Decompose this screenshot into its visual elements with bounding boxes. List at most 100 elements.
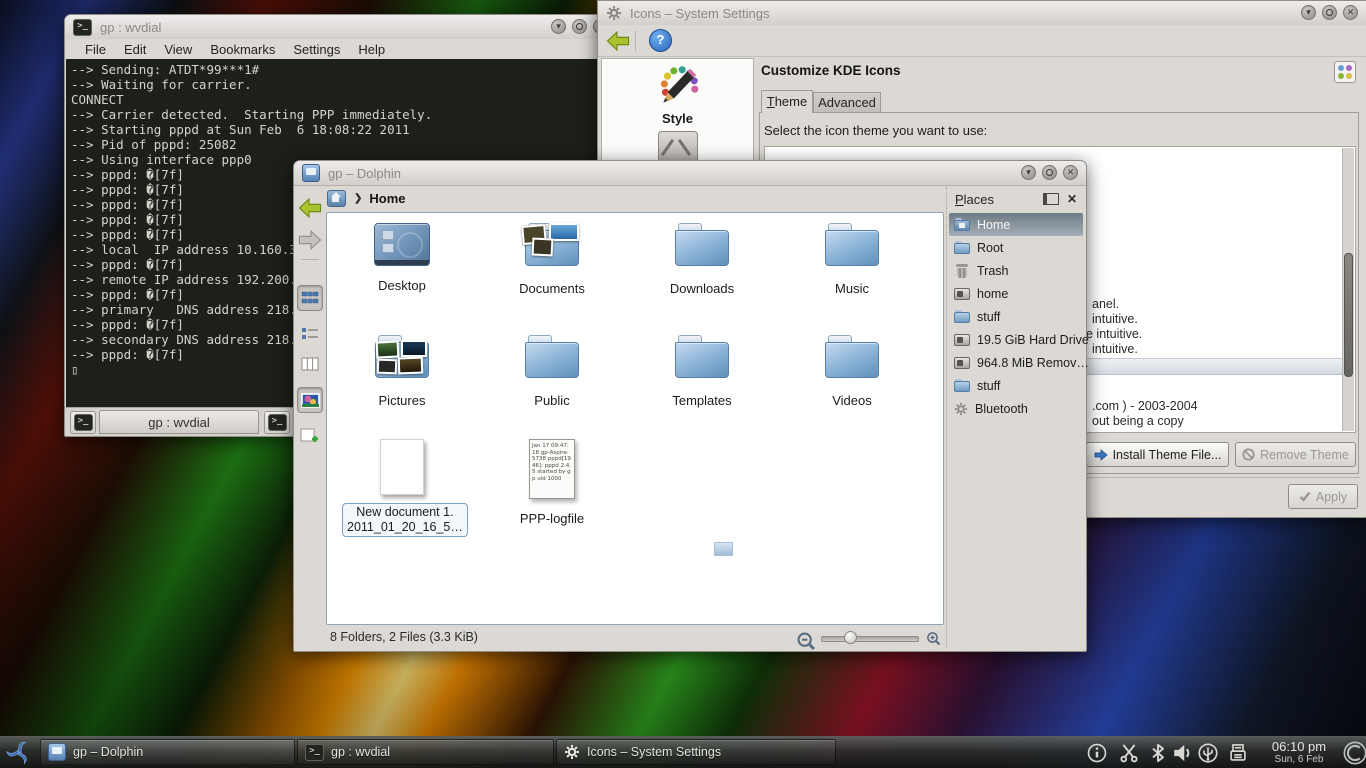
zoom-slider-track[interactable] (821, 636, 919, 642)
klipper-scissors-icon[interactable] (1119, 743, 1139, 763)
dolphin-titlebar[interactable]: gp – Dolphin ▾ ✕ (294, 161, 1086, 186)
zoom-slider-handle[interactable] (844, 631, 857, 644)
place-item-root[interactable]: Root (949, 236, 1083, 259)
sidebar-item-style[interactable]: Style (602, 59, 753, 126)
tab-advanced[interactable]: Advanced (813, 92, 881, 113)
folder-item-pictures[interactable]: Pictures (342, 335, 462, 408)
bluetooth-icon[interactable] (1148, 743, 1168, 763)
printer-icon[interactable] (1228, 743, 1248, 763)
bluetooth-gear-icon (954, 402, 968, 416)
taskbar: gp – Dolphin >_ gp : wvdial Icons – Syst… (0, 736, 1366, 768)
tab-list-button[interactable]: >_ (264, 411, 290, 434)
place-item-hard-drive[interactable]: 19.5 GiB Hard Drive (949, 328, 1083, 351)
style-pencil-icon (655, 63, 701, 109)
task-konsole[interactable]: >_ gp : wvdial (297, 739, 554, 765)
folder-view[interactable]: Desktop Documents Downloads Music (326, 212, 944, 625)
close-button[interactable]: ✕ (1063, 165, 1078, 180)
toolbar-separator (301, 259, 319, 260)
clock[interactable]: 06:10 pm Sun, 6 Feb (1262, 739, 1336, 765)
konsole-tab[interactable]: gp : wvdial (99, 410, 259, 434)
maximize-button[interactable] (1042, 165, 1057, 180)
places-panel: Places ✕ Home Root Trash home (946, 187, 1085, 647)
app-launcher-button[interactable] (3, 737, 35, 768)
menu-edit[interactable]: Edit (116, 41, 154, 58)
theme-description-fragment: .com ) - 2003-2004 (1092, 399, 1198, 413)
menu-settings[interactable]: Settings (285, 41, 348, 58)
folder-icon (675, 335, 729, 381)
menu-help[interactable]: Help (350, 41, 393, 58)
close-button[interactable]: ✕ (1343, 5, 1358, 20)
theme-list-fragment: intuitive. (1092, 312, 1138, 326)
selected-file-label: New document 1. 2011_01_20_16_5… (342, 503, 468, 537)
scrollbar[interactable] (1342, 148, 1354, 431)
place-item-home-partition[interactable]: home (949, 282, 1083, 305)
folder-item-templates[interactable]: Templates (642, 335, 762, 408)
details-view-icon (301, 327, 319, 341)
columns-view-button[interactable] (297, 351, 323, 377)
minimize-button[interactable]: ▾ (551, 19, 566, 34)
konsole-titlebar[interactable]: >_ gp : wvdial ▾ ✕ (65, 15, 616, 40)
maximize-button[interactable] (572, 19, 587, 34)
file-item-new-document[interactable]: New document 1. 2011_01_20_16_5… (342, 439, 462, 537)
folder-item-videos[interactable]: Videos (792, 335, 912, 408)
folder-icon (954, 241, 970, 254)
terminal-icon: >_ (305, 744, 324, 761)
folder-item-documents[interactable]: Documents (492, 223, 612, 296)
folder-icon (825, 223, 879, 269)
minimize-button[interactable]: ▾ (1021, 165, 1036, 180)
minimize-button[interactable]: ▾ (1301, 5, 1316, 20)
place-item-removable[interactable]: 964.8 MiB Remov… (949, 351, 1083, 374)
place-item-home[interactable]: Home (949, 213, 1083, 236)
split-view-button[interactable] (297, 423, 323, 449)
folder-icon (954, 310, 970, 323)
panel-cashew-icon[interactable] (1342, 740, 1366, 766)
install-theme-button[interactable]: Install Theme File... (1086, 442, 1229, 467)
checkmark-icon (1299, 491, 1311, 502)
preview-button[interactable] (297, 387, 323, 413)
place-item-trash[interactable]: Trash (949, 259, 1083, 282)
breadcrumb-home[interactable]: Home (369, 191, 405, 206)
apply-button[interactable]: Apply (1288, 484, 1358, 509)
konsole-window-title: gp : wvdial (100, 20, 161, 35)
volume-icon[interactable] (1173, 743, 1193, 763)
back-button[interactable] (606, 31, 630, 51)
preview-icon (301, 393, 320, 408)
usb-device-icon[interactable] (1198, 743, 1218, 763)
blank-document-icon (380, 439, 424, 495)
documents-folder-icon (525, 223, 579, 269)
system-settings-titlebar[interactable]: Icons – System Settings ▾ ✕ (598, 1, 1366, 26)
icons-view-button[interactable] (297, 285, 323, 311)
folder-item-downloads[interactable]: Downloads (642, 223, 762, 296)
float-panel-icon[interactable] (1043, 193, 1059, 205)
place-item-bluetooth[interactable]: Bluetooth (949, 397, 1083, 420)
folder-item-public[interactable]: Public (492, 335, 612, 408)
file-item-ppp-logfile[interactable]: Jan 17 09:47:18 gp-Aspire-5738 pppd[1946… (492, 439, 612, 526)
help-button[interactable]: ? (649, 29, 672, 52)
folder-item-desktop[interactable]: Desktop (342, 223, 462, 293)
new-tab-button[interactable]: >_ (70, 411, 96, 434)
place-item-stuff-2[interactable]: stuff (949, 374, 1083, 397)
terminal-icon: >_ (268, 414, 287, 431)
task-system-settings[interactable]: Icons – System Settings (556, 739, 836, 765)
zoom-out-icon[interactable] (796, 631, 816, 651)
forward-button[interactable] (297, 227, 323, 253)
task-dolphin[interactable]: gp – Dolphin (40, 739, 295, 765)
scrollbar-thumb[interactable] (1344, 253, 1353, 377)
remove-theme-button[interactable]: Remove Theme (1235, 442, 1356, 467)
folder-item-music[interactable]: Music (792, 223, 912, 296)
home-icon[interactable] (327, 190, 346, 207)
home-icon (954, 218, 970, 231)
tab-theme[interactable]: Theme (761, 90, 813, 113)
zoom-in-icon[interactable] (926, 631, 941, 646)
back-button[interactable] (297, 195, 323, 221)
menu-bookmarks[interactable]: Bookmarks (202, 41, 283, 58)
info-icon[interactable] (1087, 743, 1107, 763)
dolphin-toolbar (294, 185, 326, 651)
menu-view[interactable]: View (156, 41, 200, 58)
maximize-button[interactable] (1322, 5, 1337, 20)
icons-module-icon (1334, 61, 1356, 83)
details-view-button[interactable] (297, 321, 323, 347)
menu-file[interactable]: File (77, 41, 114, 58)
place-item-stuff[interactable]: stuff (949, 305, 1083, 328)
close-panel-icon[interactable]: ✕ (1067, 192, 1077, 206)
